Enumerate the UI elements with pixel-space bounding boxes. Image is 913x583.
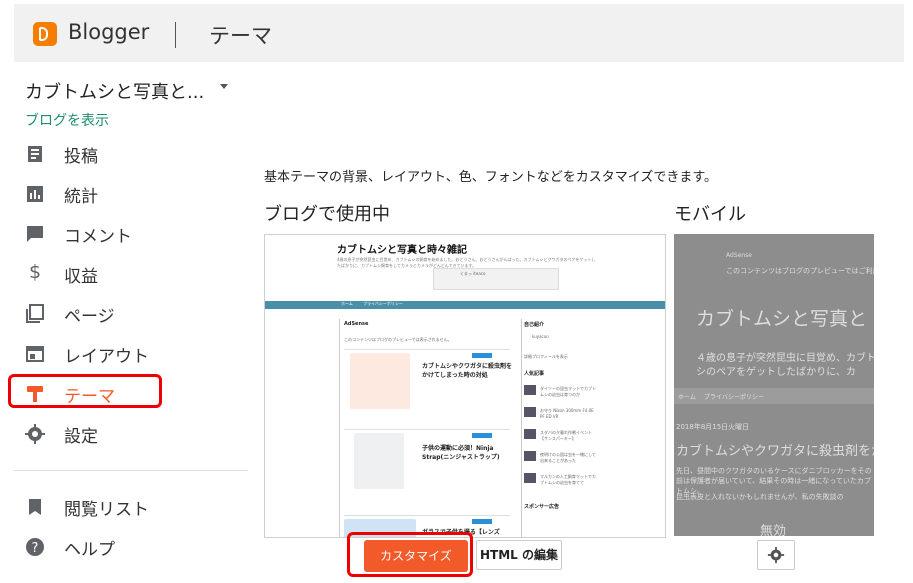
mobile-nav-bar: ホーム プライバシーポリシー [674, 388, 874, 404]
mobile-blog-title: カブトムシと写真と [696, 308, 868, 330]
sidebar-item-label: 収益 [64, 267, 98, 287]
preview-main-column: AdSense このコンテンツはブログのプレビューでは表示されません。 カブトム… [339, 319, 513, 537]
preview-post-title: 子供の運動に必須！Ninja Strap(ニンジャストラップ) [422, 445, 500, 461]
sidebar-item-label: レイアウト [64, 347, 149, 367]
pages-icon [26, 304, 44, 323]
preview-ad-banner: くるっ iteaco [433, 268, 559, 290]
sidebar-item-label: ページ [64, 307, 115, 327]
sidebar-divider [14, 470, 248, 471]
header-divider [175, 22, 176, 48]
mobile-adsense-heading: AdSense [726, 252, 752, 259]
top-bar: Blogger テーマ [14, 4, 904, 62]
preview-popular-item: ダイソーの昆虫マットでカブトムシの幼虫は育つのか [540, 386, 596, 397]
sidebar-item-reading-list[interactable]: 閲覧リスト [0, 487, 250, 527]
bookmark-icon [29, 499, 41, 515]
preview-adsense-heading: AdSense [344, 321, 369, 327]
gear-icon [767, 546, 785, 564]
sidebar-item-layout[interactable]: レイアウト [0, 334, 250, 374]
preview-sidebar: 自己紹介 kuyacoo 詳細プロフィールを表示 人気記事 ダイソーの昆虫マット… [521, 319, 602, 537]
dollar-icon: $ [29, 261, 42, 283]
svg-text:?: ? [32, 541, 39, 556]
preview-divider [344, 349, 510, 350]
preview-popular-thumb [524, 429, 536, 439]
preview-divider [344, 429, 510, 430]
preview-post-title: カブトムシやクワガタに殺虫剤をかけてしまった時の対処 [422, 363, 513, 379]
preview-popular-thumb [524, 385, 536, 395]
preview-popular-item: マルカンの人工飼育マットでカブトムシの幼虫を育てて [540, 474, 596, 485]
mobile-nav-home: ホーム [678, 394, 696, 401]
preview-profile-name: kuyacoo [532, 334, 549, 339]
sidebar-item-label: 設定 [64, 427, 98, 447]
sidebar-item-comments[interactable]: コメント [0, 214, 250, 254]
sidebar-item-posts[interactable]: 投稿 [0, 134, 250, 174]
preview-adsense-note: このコンテンツはブログのプレビューでは表示されません。 [344, 337, 452, 342]
mobile-post-body-2: 昆虫表皮と入れないかもしれませんが、私の失敗談の [676, 493, 844, 501]
mobile-post-date: 2018年8月15日火曜日 [676, 423, 750, 431]
sidebar-item-stats[interactable]: 統計 [0, 174, 250, 214]
preview-nav-home: ホーム [341, 301, 353, 306]
preview-popular-thumb [524, 407, 536, 417]
customize-button[interactable]: カスタマイズ [364, 540, 468, 572]
current-theme-heading: ブログで使用中 [264, 204, 390, 225]
mobile-nav-privacy: プライバシーポリシー [704, 394, 764, 401]
blog-dropdown-icon[interactable] [220, 84, 228, 89]
view-blog-link[interactable]: ブログを表示 [25, 110, 109, 130]
sidebar-item-help[interactable]: ? ヘルプ [0, 527, 250, 567]
comment-icon [27, 226, 43, 242]
theme-description: 基本テーマの背景、レイアウト、色、フォントなどをカスタマイズできます。 [264, 170, 718, 185]
preview-profile-link: 詳細プロフィールを表示 [524, 354, 568, 359]
preview-post-tag [472, 353, 492, 358]
sidebar-item-label: 閲覧リスト [64, 500, 149, 520]
preview-post-tag [472, 433, 492, 438]
brand-name[interactable]: Blogger [68, 20, 149, 44]
mobile-theme-heading: モバイル [674, 204, 746, 225]
preview-blog-title: カブトムシと写真と時々雑記 [337, 245, 467, 256]
help-icon: ? [26, 538, 44, 556]
preview-popular-thumb [524, 473, 536, 483]
preview-post-tag [472, 519, 492, 524]
sidebar-item-earnings[interactable]: $ 収益 [0, 254, 250, 294]
preview-popular-item: 夜明けの公園は虫を一緒にして出来ることがあった [540, 452, 596, 463]
preview-divider [344, 515, 510, 516]
preview-nav-bar: ホーム プライバシーポリシー [265, 301, 665, 309]
preview-popular-item: お守り Nikon 300mm F4.0E PF ED VR [540, 408, 594, 419]
preview-ad-text: くるっ iteaco [460, 271, 486, 276]
preview-post-image [354, 433, 404, 489]
preview-popular-heading: 人気記事 [524, 371, 545, 377]
preview-popular-item: スタバの夕暮れ作戦イベント【サンスパーキー】 [540, 430, 592, 441]
preview-nav-privacy: プライバシーポリシー [363, 301, 403, 306]
blogger-logo-icon[interactable] [33, 22, 57, 46]
sidebar-item-label: テーマ [64, 387, 115, 407]
sidebar-item-settings[interactable]: 設定 [0, 414, 250, 454]
sidebar-item-theme[interactable]: テーマ [0, 374, 250, 414]
sidebar-item-label: コメント [64, 227, 132, 247]
posts-icon [28, 146, 42, 162]
mobile-bottom-text: 無効 [760, 524, 787, 536]
preview-profile-heading: 自己紹介 [524, 322, 545, 328]
mobile-settings-button[interactable] [757, 540, 795, 570]
mobile-post-title: カブトムシやクワガタに殺虫剤をか [676, 444, 874, 459]
sidebar-item-label: 統計 [64, 187, 98, 207]
sidebar-item-label: ヘルプ [64, 540, 115, 560]
mobile-theme-preview[interactable]: AdSense このコンテンツはブログのプレビューではご利用いただけません。 カ… [674, 234, 874, 536]
layout-icon [26, 346, 44, 362]
theme-icon [27, 386, 43, 402]
mobile-blog-description: ４歳の息子が突然昆虫に目覚め、カブトムシのペアをゲットしたばかりに、カ [696, 353, 874, 378]
edit-html-button[interactable]: HTML の編集 [476, 540, 562, 570]
preview-popular-thumb [524, 451, 536, 461]
desktop-theme-preview[interactable]: カブトムシと写真と時々雑記 4歳の息子が突然昆虫に目覚め、カブトムシの飼育を始め… [264, 234, 666, 538]
preview-post-image [350, 353, 410, 409]
gear-icon [25, 424, 45, 444]
sidebar-item-label: 投稿 [64, 147, 98, 167]
stats-icon [27, 186, 43, 202]
sidebar-item-pages[interactable]: ページ [0, 294, 250, 334]
preview-sponsor-heading: スポンサー広告 [524, 504, 560, 510]
blog-selector[interactable]: カブトムシと写真と... [25, 78, 204, 104]
page-title: テーマ [209, 24, 272, 48]
mobile-adsense-note: このコンテンツはブログのプレビューではご利用いただけません。 [726, 267, 874, 275]
